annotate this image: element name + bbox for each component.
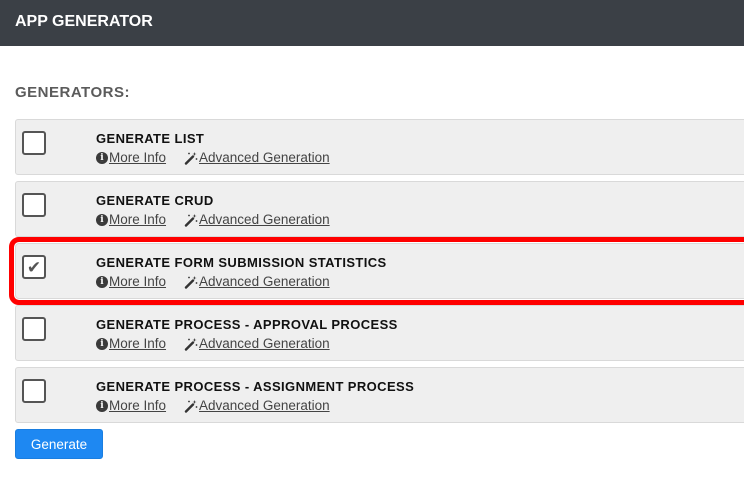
section-title: GENERATORS: [15,84,130,101]
advanced-generation-link[interactable]: Advanced Generation [184,274,330,289]
generator-title: GENERATE CRUD [96,193,214,208]
more-info-link[interactable]: i More Info [96,274,166,289]
magic-wand-icon [184,275,198,289]
app-header: APP GENERATOR [0,0,744,46]
info-circle-icon: i [96,399,108,412]
generator-row-crud: GENERATE CRUD i More Info Advanced Genera… [15,181,744,237]
generator-checkbox[interactable] [22,379,46,403]
generator-list: GENERATE LIST i More Info Advanced Genera… [9,119,744,429]
advanced-generation-link[interactable]: Advanced Generation [184,150,330,165]
generator-row-assignment-process: GENERATE PROCESS - ASSIGNMENT PROCESS iM… [15,367,744,423]
advanced-generation-link[interactable]: Advanced Generation [184,336,330,351]
generate-button[interactable]: Generate [15,429,103,459]
generator-title: GENERATE FORM SUBMISSION STATISTICS [96,255,387,270]
advanced-generation-link[interactable]: Advanced Generation [184,398,330,413]
more-info-link[interactable]: i More Info [96,336,166,351]
generator-checkbox[interactable] [22,193,46,217]
generator-row-list: GENERATE LIST i More Info Advanced Genera… [15,119,744,175]
info-circle-icon: i [96,151,108,164]
generator-row-form-submission-statistics: ✔ GENERATE FORM SUBMISSION STATISTICS iM… [9,237,744,305]
generator-checkbox[interactable] [22,131,46,155]
advanced-generation-link[interactable]: Advanced Generation [184,212,330,227]
magic-wand-icon [184,399,198,413]
checkmark-icon: ✔ [26,257,42,277]
more-info-link[interactable]: i More Info [96,398,166,413]
generator-checkbox-checked[interactable]: ✔ [22,255,46,279]
info-circle-icon: i [96,275,108,288]
magic-wand-icon [184,151,198,165]
info-circle-icon: i [96,213,108,226]
generator-title: GENERATE PROCESS - APPROVAL PROCESS [96,317,398,332]
more-info-link[interactable]: i More Info [96,150,166,165]
generator-checkbox[interactable] [22,317,46,341]
generator-title: GENERATE PROCESS - ASSIGNMENT PROCESS [96,379,415,394]
app-title: APP GENERATOR [15,13,153,30]
generator-title: GENERATE LIST [96,131,205,146]
magic-wand-icon [184,337,198,351]
generator-row-approval-process: GENERATE PROCESS - APPROVAL PROCESS i Mor… [15,305,744,361]
more-info-link[interactable]: i More Info [96,212,166,227]
magic-wand-icon [184,213,198,227]
info-circle-icon: i [96,337,108,350]
